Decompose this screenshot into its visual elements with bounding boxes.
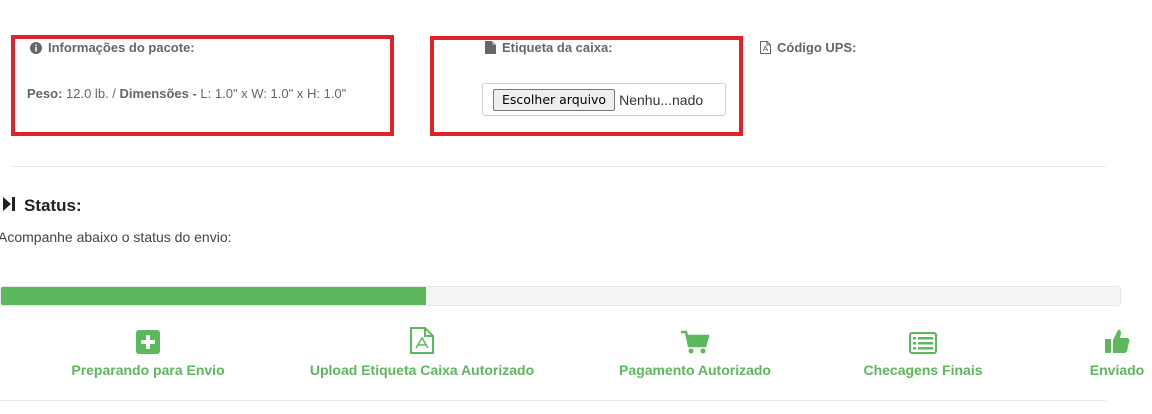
- dimensions-label: Dimensões -: [119, 86, 197, 101]
- step-label: Pagamento Autorizado: [619, 362, 771, 378]
- section-divider: [10, 166, 1106, 167]
- step-shipped: Enviado: [1082, 326, 1152, 378]
- file-icon: [485, 41, 496, 54]
- step-forward-icon: [3, 196, 15, 216]
- pdf-file-icon: [410, 326, 434, 354]
- weight-label: Peso:: [27, 86, 63, 101]
- info-circle-icon: [30, 41, 42, 54]
- list-icon: [909, 326, 937, 354]
- box-label-file-input[interactable]: Escolher arquivo Nenhu...nado: [482, 83, 726, 116]
- thumbs-up-icon: [1104, 326, 1130, 354]
- step-label: Preparando para Envio: [71, 362, 225, 378]
- status-progress-bar: [0, 286, 1121, 306]
- weight-value: 12.0 lb. /: [62, 86, 120, 101]
- box-label-title: Etiqueta da caixa:: [485, 40, 613, 55]
- step-label: Checagens Finais: [863, 362, 983, 378]
- package-info-title: Informações do pacote:: [30, 40, 195, 55]
- status-subtitle: Acompanhe abaixo o status do envio:: [0, 229, 232, 245]
- step-upload-label: Upload Etiqueta Caixa Autorizado: [282, 326, 562, 378]
- step-payment: Pagamento Autorizado: [595, 326, 795, 378]
- step-label: Upload Etiqueta Caixa Autorizado: [309, 362, 535, 378]
- package-details: Peso: 12.0 lb. / Dimensões - L: 1.0" x W…: [27, 86, 346, 101]
- pdf-file-icon: [760, 41, 771, 54]
- status-heading: Status:: [3, 196, 82, 216]
- dimensions-value: L: 1.0" x W: 1.0" x H: 1.0": [196, 86, 347, 101]
- ups-code-title: Código UPS:: [760, 40, 856, 55]
- file-status-text: Nenhu...nado: [619, 91, 704, 108]
- status-progress-fill: [1, 287, 427, 305]
- step-preparing: Preparando para Envio: [48, 326, 248, 378]
- cart-icon: [681, 326, 709, 354]
- bottom-divider: [0, 400, 1106, 401]
- step-final-checks: Checagens Finais: [833, 326, 1013, 378]
- step-label: Enviado: [1089, 362, 1145, 378]
- choose-file-button[interactable]: Escolher arquivo: [493, 88, 616, 111]
- plus-square-icon: [136, 326, 160, 354]
